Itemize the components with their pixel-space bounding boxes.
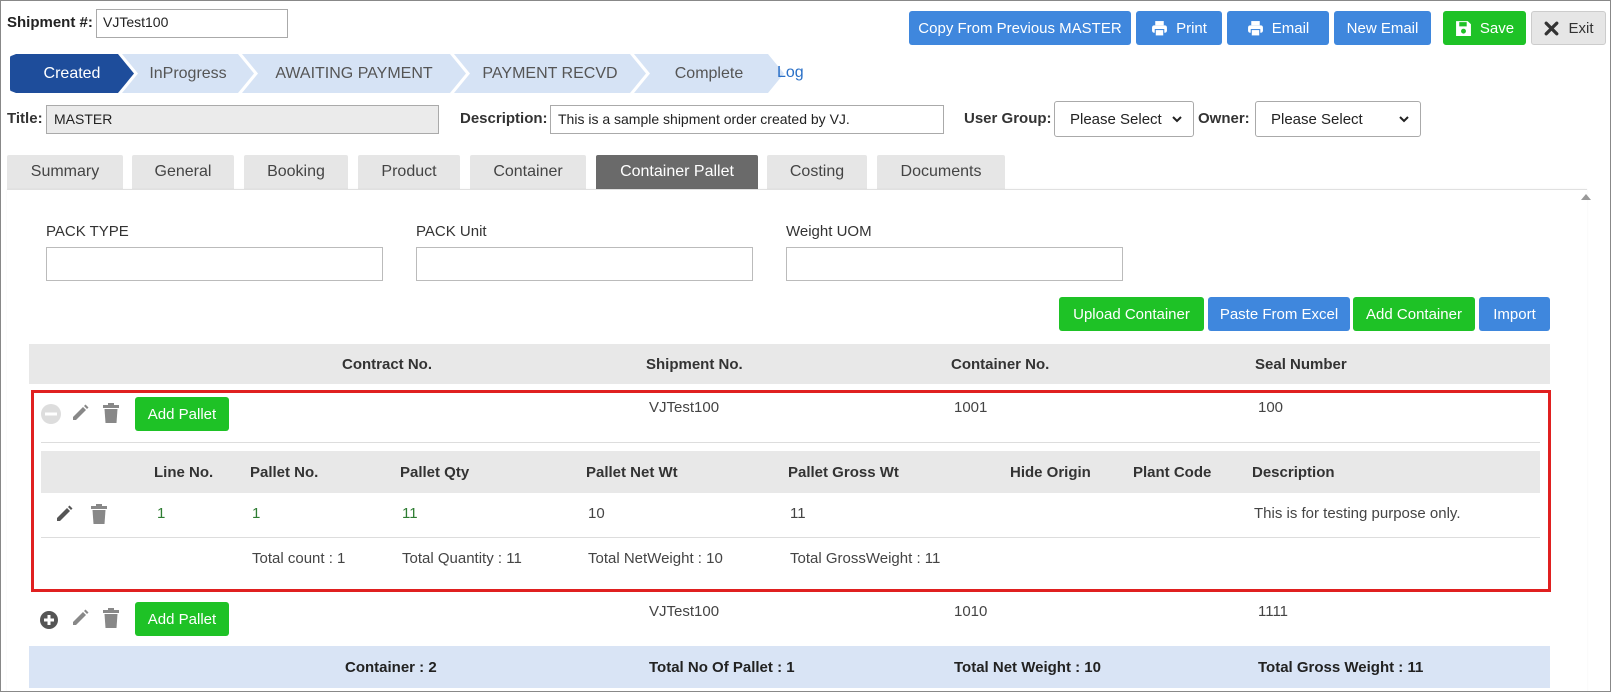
trash-icon[interactable] bbox=[102, 608, 120, 628]
step-awaiting-payment[interactable]: AWAITING PAYMENT bbox=[242, 54, 466, 93]
tab-booking[interactable]: Booking bbox=[244, 155, 348, 189]
save-button-label: Save bbox=[1479, 19, 1515, 37]
tab-label: General bbox=[154, 163, 212, 180]
pack-unit-label: PACK Unit bbox=[416, 223, 487, 240]
printer-icon bbox=[1247, 20, 1263, 36]
new-email-button[interactable]: New Email bbox=[1334, 11, 1431, 45]
floppy-disk-icon bbox=[1455, 20, 1471, 36]
tab-label: Costing bbox=[789, 163, 845, 180]
tab-general[interactable]: General bbox=[132, 155, 234, 189]
tab-product[interactable]: Product bbox=[358, 155, 460, 189]
exit-button-label: Exit bbox=[1568, 19, 1594, 37]
owner-label: Owner: bbox=[1198, 110, 1250, 127]
expand-plus-icon[interactable] bbox=[39, 610, 59, 630]
import-label: Import bbox=[1493, 305, 1536, 323]
user-group-value: Please Select bbox=[1070, 110, 1162, 128]
tab-summary[interactable]: Summary bbox=[7, 155, 123, 189]
header-seal-number: Seal Number bbox=[1255, 356, 1347, 373]
row2-container-no: 1010 bbox=[954, 603, 988, 620]
exit-button[interactable]: Exit bbox=[1531, 11, 1606, 45]
pencil-icon[interactable] bbox=[70, 608, 90, 628]
copy-button-label: Copy From Previous MASTER bbox=[918, 19, 1122, 37]
chevron-down-icon bbox=[1172, 116, 1182, 123]
tab-costing[interactable]: Costing bbox=[767, 155, 867, 189]
chevron-down-icon bbox=[1399, 116, 1409, 123]
container-table-header: Contract No. Shipment No. Container No. … bbox=[29, 344, 1550, 384]
weight-uom-label: Weight UOM bbox=[786, 223, 872, 240]
tab-documents[interactable]: Documents bbox=[877, 155, 1005, 189]
upload-container-button[interactable]: Upload Container bbox=[1059, 297, 1204, 331]
tab-label: Container Pallet bbox=[620, 163, 734, 180]
paste-from-excel-button[interactable]: Paste From Excel bbox=[1208, 297, 1350, 331]
add-pallet-button[interactable]: Add Pallet bbox=[135, 602, 229, 636]
pack-type-input[interactable] bbox=[46, 247, 383, 281]
close-icon bbox=[1545, 21, 1559, 35]
add-pallet-label: Add Pallet bbox=[147, 610, 217, 628]
title-label: Title: bbox=[7, 110, 43, 127]
container-table-footer: Container : 2 Total No Of Pallet : 1 Tot… bbox=[29, 646, 1550, 688]
shipment-number-input[interactable]: VJTest100 bbox=[96, 9, 288, 38]
tab-label: Documents bbox=[900, 163, 982, 180]
step-complete[interactable]: Complete bbox=[634, 54, 784, 93]
shipment-label: Shipment #: bbox=[7, 14, 93, 31]
scroll-up-arrow-icon[interactable] bbox=[1581, 194, 1591, 200]
tab-label: Summary bbox=[30, 163, 100, 180]
highlight-box bbox=[31, 390, 1551, 592]
tab-label: Container bbox=[493, 163, 563, 180]
email-button[interactable]: Email bbox=[1227, 11, 1329, 45]
log-link[interactable]: Log bbox=[777, 64, 804, 82]
step-label: Complete bbox=[674, 64, 744, 82]
email-button-label: Email bbox=[1271, 19, 1310, 37]
header-container-no: Container No. bbox=[951, 356, 1050, 373]
title-field: MASTER bbox=[46, 105, 439, 134]
tab-container-pallet[interactable]: Container Pallet bbox=[596, 155, 758, 189]
pack-unit-input[interactable] bbox=[416, 247, 753, 281]
header-contract-no: Contract No. bbox=[342, 356, 432, 373]
step-label: PAYMENT RECVD bbox=[482, 64, 618, 82]
app-frame: Shipment #: VJTest100 Copy From Previous… bbox=[0, 0, 1611, 692]
tab-label: Product bbox=[381, 163, 437, 180]
footer-container-count: Container : 2 bbox=[345, 659, 437, 676]
import-button[interactable]: Import bbox=[1479, 297, 1550, 331]
footer-total-pallets: Total No Of Pallet : 1 bbox=[649, 659, 795, 676]
footer-total-net-weight: Total Net Weight : 10 bbox=[954, 659, 1101, 676]
step-label: AWAITING PAYMENT bbox=[275, 64, 433, 82]
printer-icon bbox=[1152, 20, 1168, 36]
step-label: InProgress bbox=[149, 64, 227, 82]
tab-label: Booking bbox=[267, 163, 325, 180]
tab-container[interactable]: Container bbox=[470, 155, 586, 189]
description-label: Description: bbox=[460, 110, 548, 127]
row2-shipment-no: VJTest100 bbox=[649, 603, 720, 620]
owner-value: Please Select bbox=[1271, 110, 1363, 128]
description-field[interactable]: This is a sample shipment order created … bbox=[550, 105, 944, 134]
header-shipment-no: Shipment No. bbox=[646, 356, 743, 373]
add-container-button[interactable]: Add Container bbox=[1353, 297, 1475, 331]
print-button[interactable]: Print bbox=[1136, 11, 1222, 45]
copy-from-previous-master-button[interactable]: Copy From Previous MASTER bbox=[909, 11, 1131, 45]
print-button-label: Print bbox=[1176, 19, 1207, 37]
step-payment-recvd[interactable]: PAYMENT RECVD bbox=[454, 54, 646, 93]
upload-container-label: Upload Container bbox=[1073, 305, 1190, 323]
step-inprogress[interactable]: InProgress bbox=[122, 54, 254, 93]
add-container-label: Add Container bbox=[1366, 305, 1462, 323]
footer-total-gross-weight: Total Gross Weight : 11 bbox=[1258, 659, 1424, 676]
paste-from-excel-label: Paste From Excel bbox=[1219, 305, 1339, 323]
new-email-button-label: New Email bbox=[1346, 19, 1419, 37]
weight-uom-input[interactable] bbox=[786, 247, 1123, 281]
save-button[interactable]: Save bbox=[1443, 11, 1526, 45]
step-created[interactable]: Created bbox=[10, 54, 134, 93]
user-group-select[interactable]: Please Select bbox=[1054, 101, 1194, 137]
pack-type-label: PACK TYPE bbox=[46, 223, 129, 240]
row2-seal-number: 1111 bbox=[1258, 603, 1289, 620]
step-label: Created bbox=[43, 64, 101, 82]
owner-select[interactable]: Please Select bbox=[1255, 101, 1421, 137]
user-group-label: User Group: bbox=[964, 110, 1052, 127]
